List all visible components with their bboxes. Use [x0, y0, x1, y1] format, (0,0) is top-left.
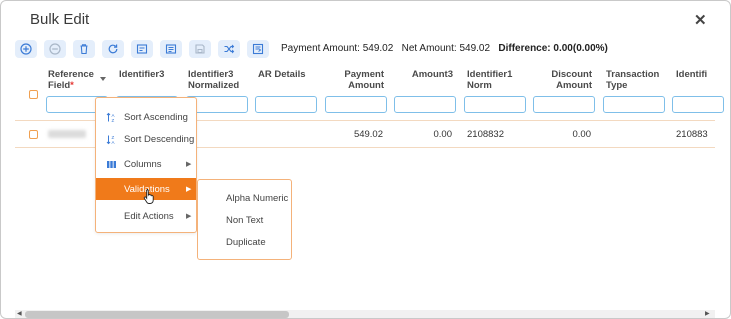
- submenu-arrow-icon: ▶: [186, 186, 192, 193]
- svg-text:A: A: [112, 140, 115, 145]
- menu-label: Sort Ascending: [124, 111, 188, 123]
- column-context-menu: AZ Sort Ascending ZA Sort Descending Col…: [95, 97, 197, 233]
- scrollbar-thumb[interactable]: [25, 311, 289, 318]
- submenu-arrow-icon: ▶: [186, 213, 192, 220]
- column-header-reference-field[interactable]: Reference Field*: [48, 69, 94, 91]
- column-header-amount3[interactable]: Amount3: [394, 69, 453, 80]
- select-all-checkbox[interactable]: [29, 90, 38, 99]
- cell-amount3[interactable]: 0.00: [394, 129, 453, 140]
- header-label: Identifier3: [188, 69, 234, 80]
- menu-item-sort-descending[interactable]: ZA Sort Descending: [96, 128, 196, 150]
- edit-all-button[interactable]: [160, 40, 182, 58]
- filter-input-amount3[interactable]: [394, 96, 456, 113]
- header-label: Norm: [467, 80, 492, 91]
- edit-button[interactable]: [131, 40, 153, 58]
- submenu-item-alpha-numeric[interactable]: Alpha Numeric: [226, 193, 288, 204]
- required-marker: *: [70, 80, 74, 91]
- filter-input-ar-details[interactable]: [255, 96, 317, 113]
- menu-label: Columns: [124, 158, 162, 170]
- filter-input-discount-amount[interactable]: [533, 96, 595, 113]
- submenu-item-duplicate[interactable]: Duplicate: [226, 237, 266, 248]
- filter-input-payment-amount[interactable]: [325, 96, 387, 113]
- header-label: Discount: [551, 69, 592, 80]
- column-header-discount-amount[interactable]: Discount Amount: [533, 69, 592, 91]
- row-checkbox[interactable]: [29, 130, 38, 139]
- header-label: Amount: [556, 80, 592, 91]
- dialog-title: Bulk Edit: [30, 11, 90, 28]
- column-header-payment-amount[interactable]: Payment Amount: [325, 69, 384, 91]
- menu-label: Edit Actions: [124, 210, 174, 222]
- scroll-left-icon[interactable]: ◀: [17, 310, 22, 318]
- menu-item-edit-actions[interactable]: Edit Actions ▶: [96, 205, 196, 227]
- header-label: Payment: [344, 69, 384, 80]
- menu-label: Sort Descending: [124, 133, 195, 145]
- amount-summary: Payment Amount: 549.02 Net Amount: 549.0…: [281, 43, 608, 54]
- toolbar: [15, 39, 276, 59]
- validations-submenu: Alpha Numeric Non Text Duplicate: [197, 179, 292, 260]
- submenu-item-non-text[interactable]: Non Text: [226, 215, 263, 226]
- header-label: Type: [606, 80, 628, 91]
- delete-icon: [80, 44, 88, 55]
- submenu-arrow-icon: ▶: [186, 161, 192, 168]
- columns-icon: [107, 160, 116, 168]
- net-amount-text: Net Amount: 549.02: [401, 43, 491, 54]
- redacted-reference-value: [48, 130, 86, 138]
- column-header-ar-details[interactable]: AR Details: [258, 69, 306, 80]
- sort-ascending-icon: AZ: [106, 112, 115, 123]
- shuffle-button[interactable]: [218, 40, 240, 58]
- cell-identifier1-norm[interactable]: 2108832: [467, 129, 504, 140]
- refresh-button[interactable]: [102, 40, 124, 58]
- sort-dropdown-icon[interactable]: [100, 77, 106, 81]
- cell-identifier[interactable]: 210883: [676, 129, 708, 140]
- header-label: Normalized: [188, 80, 240, 91]
- svg-text:Z: Z: [112, 118, 115, 123]
- filter-input-identifier[interactable]: [672, 96, 724, 113]
- add-row-button[interactable]: [15, 40, 37, 58]
- column-header-identifier3[interactable]: Identifier3: [119, 69, 164, 80]
- add-icon: [20, 43, 32, 55]
- save-button[interactable]: [189, 40, 211, 58]
- column-header-transaction-type[interactable]: Transaction Type: [606, 69, 659, 91]
- shuffle-icon: [224, 44, 235, 54]
- menu-item-columns[interactable]: Columns ▶: [96, 153, 196, 175]
- header-label: Field: [48, 80, 71, 91]
- delete-button[interactable]: [73, 40, 95, 58]
- hand-cursor-icon: [143, 189, 154, 204]
- refresh-icon: [108, 44, 118, 54]
- cell-payment-amount[interactable]: 549.02: [325, 129, 383, 140]
- payment-amount-text: Payment Amount: 549.02: [281, 43, 394, 54]
- scroll-right-icon[interactable]: ▶: [705, 310, 710, 318]
- export-button[interactable]: [247, 40, 269, 58]
- header-label: Transaction: [606, 69, 660, 80]
- remove-icon: [49, 43, 61, 55]
- column-header-identifier1-norm[interactable]: Identifier1 Norm: [467, 69, 512, 91]
- remove-row-button[interactable]: [44, 40, 66, 58]
- bulk-edit-dialog: Bulk Edit ✕ Payment Amount: 549.02 Net A…: [0, 0, 731, 319]
- filter-input-identifier1-norm[interactable]: [464, 96, 526, 113]
- cell-discount-amount[interactable]: 0.00: [533, 129, 592, 140]
- horizontal-scrollbar[interactable]: ◀ ▶: [15, 310, 715, 318]
- filter-input-transaction-type[interactable]: [603, 96, 665, 113]
- menu-item-sort-ascending[interactable]: AZ Sort Ascending: [96, 106, 196, 128]
- header-label: Identifier1: [467, 69, 513, 80]
- difference-text: Difference: 0.00(0.00%): [498, 43, 608, 54]
- edit-all-icon: [165, 44, 177, 54]
- export-icon: [252, 43, 264, 55]
- sort-descending-icon: ZA: [106, 135, 115, 145]
- header-label: Amount: [348, 80, 384, 91]
- column-header-identifier3-normalized[interactable]: Identifier3 Normalized: [188, 69, 239, 91]
- edit-icon: [136, 44, 148, 54]
- header-label: Reference: [48, 69, 94, 80]
- save-icon: [195, 44, 205, 54]
- column-header-identifier[interactable]: Identifi: [676, 69, 707, 80]
- close-icon[interactable]: ✕: [694, 11, 707, 29]
